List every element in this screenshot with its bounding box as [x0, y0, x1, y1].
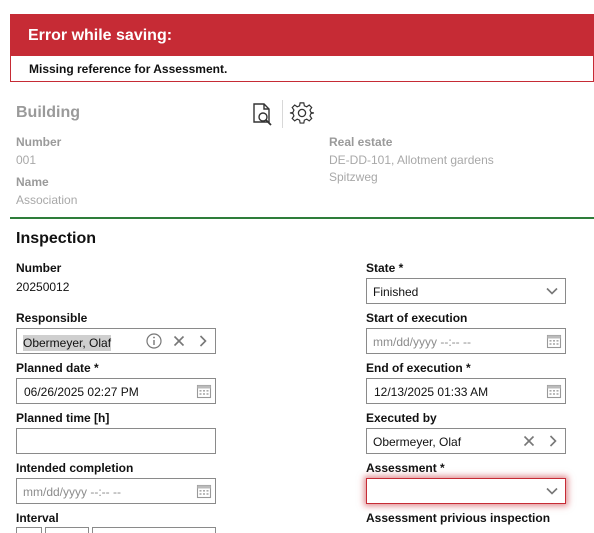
chevron-right-icon[interactable]	[195, 333, 211, 349]
start-execution-label: Start of execution	[366, 311, 468, 325]
section-divider	[10, 217, 594, 219]
document-search-icon[interactable]	[250, 102, 276, 128]
number-label: Number	[16, 261, 62, 275]
planned-date-label: Planned date *	[16, 361, 99, 375]
building-title: Building	[16, 104, 80, 121]
chevron-right-icon[interactable]	[545, 433, 561, 449]
start-execution-field[interactable]: mm/dd/yyyy --:-- --	[366, 328, 566, 354]
clear-icon[interactable]	[171, 333, 187, 349]
building-name-value: Association	[16, 193, 78, 207]
responsible-label: Responsible	[16, 311, 88, 325]
calendar-icon[interactable]	[546, 333, 562, 349]
info-icon[interactable]	[146, 333, 162, 349]
chevron-down-icon[interactable]	[544, 283, 560, 299]
previous-assessment-label: Assessment privious inspection	[366, 511, 551, 525]
calendar-icon[interactable]	[546, 383, 562, 399]
planned-time-field[interactable]	[16, 428, 216, 454]
building-number-label: Number	[16, 135, 62, 149]
calendar-icon[interactable]	[196, 483, 212, 499]
end-execution-label: End of execution *	[366, 361, 471, 375]
responsible-field[interactable]: Obermeyer, Olaf	[16, 328, 216, 354]
planned-time-label: Planned time [h]	[16, 411, 110, 425]
toolbar-divider	[282, 100, 283, 128]
clear-icon[interactable]	[521, 433, 537, 449]
interval-field-1[interactable]	[16, 527, 42, 533]
end-execution-field[interactable]: 12/13/2025 01:33 AM	[366, 378, 566, 404]
calendar-icon[interactable]	[196, 383, 212, 399]
state-label: State *	[366, 261, 404, 275]
real-estate-value-line1: DE-DD-101, Allotment gardens	[329, 153, 494, 167]
interval-field-2[interactable]	[45, 527, 89, 533]
planned-date-field[interactable]: 06/26/2025 02:27 PM	[16, 378, 216, 404]
gear-icon[interactable]	[289, 101, 315, 127]
building-number-value: 001	[16, 153, 37, 167]
chevron-down-icon[interactable]	[544, 483, 560, 499]
real-estate-label: Real estate	[329, 135, 393, 149]
error-message: Missing reference for Assessment.	[29, 62, 228, 76]
executed-by-field[interactable]: Obermeyer, Olaf	[366, 428, 566, 454]
building-name-label: Name	[16, 175, 49, 189]
number-value: 20250012	[16, 280, 70, 294]
interval-label: Interval	[16, 511, 59, 525]
intended-completion-label: Intended completion	[16, 461, 134, 475]
assessment-select[interactable]	[366, 478, 566, 504]
real-estate-value-line2: Spitzweg	[329, 170, 378, 184]
executed-by-value: Obermeyer, Olaf	[373, 435, 462, 449]
assessment-label: Assessment *	[366, 461, 445, 475]
responsible-value: Obermeyer, Olaf	[23, 335, 112, 351]
error-banner: Error while saving:	[10, 14, 594, 56]
error-message-box: Missing reference for Assessment.	[10, 56, 594, 82]
end-execution-value: 12/13/2025 01:33 AM	[374, 385, 489, 399]
intended-completion-placeholder: mm/dd/yyyy --:-- --	[23, 485, 121, 499]
state-select[interactable]: Finished	[366, 278, 566, 304]
executed-by-label: Executed by	[366, 411, 437, 425]
planned-date-value: 06/26/2025 02:27 PM	[24, 385, 139, 399]
error-title: Error while saving:	[28, 27, 173, 44]
interval-field-3[interactable]	[92, 527, 216, 533]
state-value: Finished	[373, 285, 419, 299]
start-execution-placeholder: mm/dd/yyyy --:-- --	[373, 335, 471, 349]
intended-completion-field[interactable]: mm/dd/yyyy --:-- --	[16, 478, 216, 504]
inspection-title: Inspection	[16, 230, 97, 247]
